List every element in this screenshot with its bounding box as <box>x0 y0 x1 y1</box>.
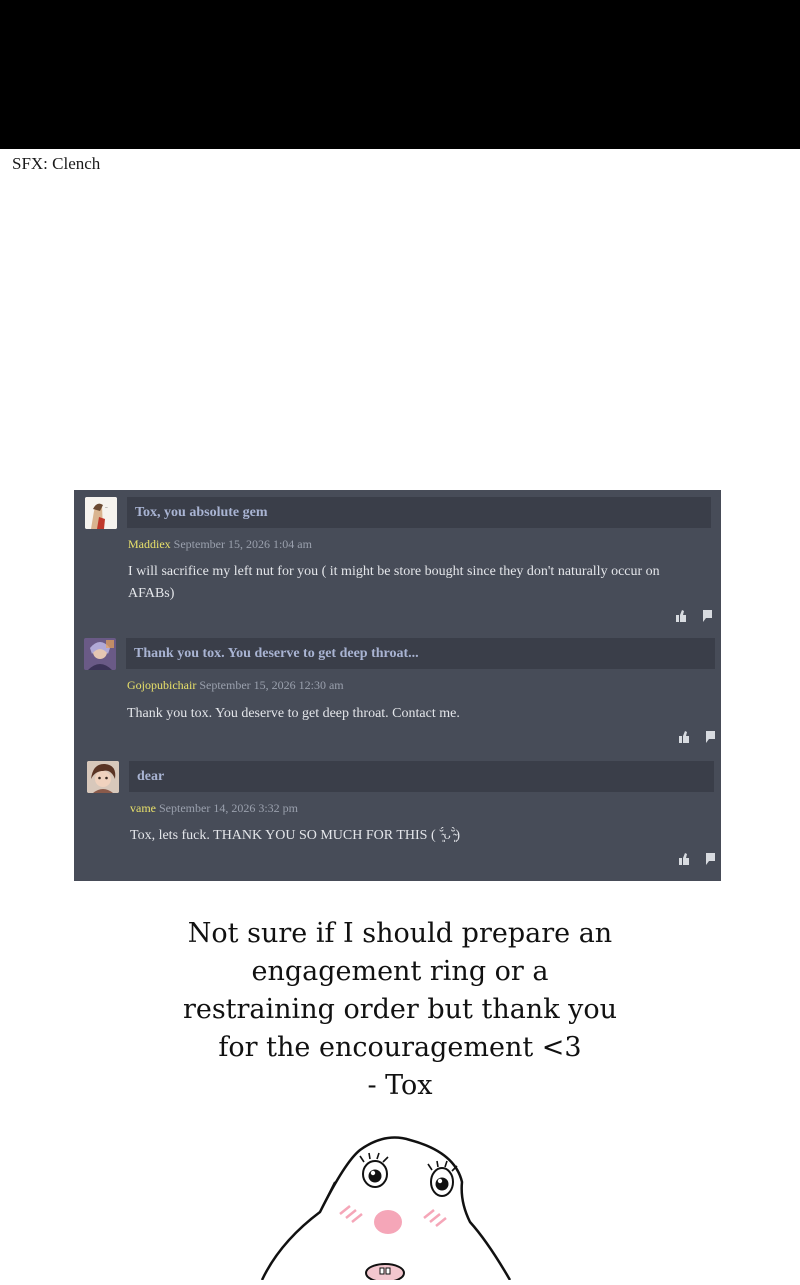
svg-text:~: ~ <box>105 506 108 511</box>
comment-author[interactable]: Gojopubichair <box>127 678 196 692</box>
blushing-creature-drawing <box>170 1122 610 1283</box>
reply-line: engagement ring or a <box>251 956 549 987</box>
thumbs-up-icon[interactable] <box>676 609 686 627</box>
comment-date: September 15, 2026 1:04 am <box>173 537 312 551</box>
comment-text: Thank you tox. You deserve to get deep t… <box>127 706 460 721</box>
reply-signature: - Tox <box>367 1070 433 1101</box>
comment-actions <box>679 730 715 748</box>
comment-meta: vame September 14, 2026 3:32 pm <box>130 801 298 816</box>
top-black-panel <box>0 0 800 149</box>
reply-line: restraining order but thank you <box>182 994 618 1025</box>
comment-actions <box>676 609 712 627</box>
comment-date: September 15, 2026 12:30 am <box>199 678 344 692</box>
comment-meta: Maddiex September 15, 2026 1:04 am <box>128 537 312 552</box>
sfx-caption: SFX: Clench <box>12 154 101 173</box>
comment-text: Tox, lets fuck. THANK YOU SO MUCH FOR TH… <box>130 828 461 843</box>
comment-item: ~ Tox, you absolute gem Maddiex Septembe… <box>74 490 721 630</box>
comment-title-bar: Thank you tox. You deserve to get deep t… <box>126 638 715 669</box>
comment-title[interactable]: Tox, you absolute gem <box>135 505 268 521</box>
flag-icon[interactable] <box>702 609 712 627</box>
reply-line: Not sure if I should prepare an <box>187 918 613 949</box>
comment-title[interactable]: dear <box>137 769 164 785</box>
comments-panel: ~ Tox, you absolute gem Maddiex Septembe… <box>74 490 721 881</box>
comment-meta: Gojopubichair September 15, 2026 12:30 a… <box>127 678 344 693</box>
comment-title[interactable]: Thank you tox. You deserve to get deep t… <box>134 646 419 662</box>
thumbs-up-icon[interactable] <box>679 730 689 748</box>
avatar[interactable]: ~ <box>85 497 117 529</box>
comment-item: Thank you tox. You deserve to get deep t… <box>74 631 721 751</box>
comment-item: dear vame September 14, 2026 3:32 pm Tox… <box>74 754 721 879</box>
comment-date: September 14, 2026 3:32 pm <box>159 801 298 815</box>
avatar[interactable] <box>87 761 119 793</box>
comment-text: I will sacrifice my left nut for you ( i… <box>128 564 660 601</box>
avatar[interactable] <box>84 638 116 670</box>
comment-actions <box>679 852 715 870</box>
comment-title-bar: Tox, you absolute gem <box>127 497 711 528</box>
flag-icon[interactable] <box>705 852 715 870</box>
comment-author[interactable]: Maddiex <box>128 537 171 551</box>
flag-icon[interactable] <box>705 730 715 748</box>
author-reply: Not sure if I should prepare an engageme… <box>0 915 800 1105</box>
reply-line: for the encouragement <3 <box>218 1032 582 1063</box>
thumbs-up-icon[interactable] <box>679 852 689 870</box>
comment-title-bar: dear <box>129 761 714 792</box>
comment-author[interactable]: vame <box>130 801 156 815</box>
